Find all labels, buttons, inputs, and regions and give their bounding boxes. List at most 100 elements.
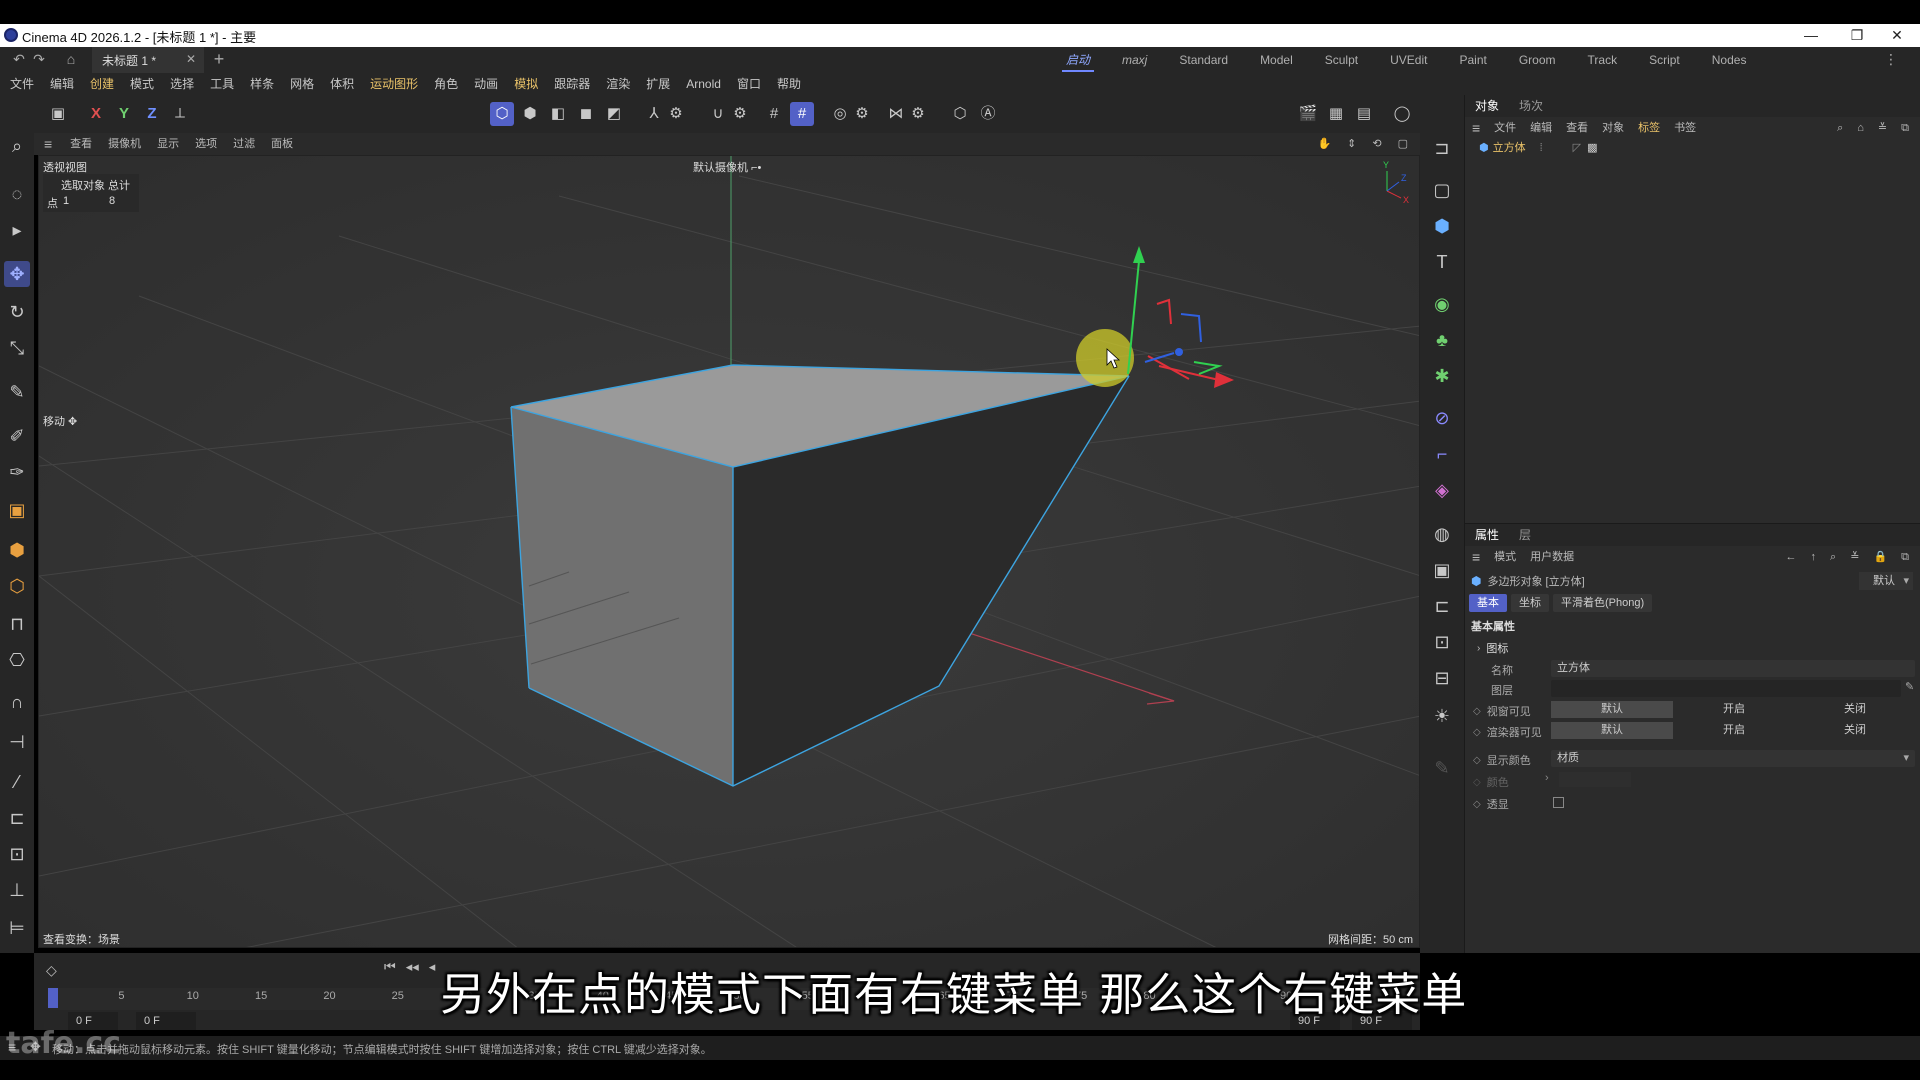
om-menu-item-5[interactable]: 书签 xyxy=(1667,117,1703,139)
om-menu-item-1[interactable]: 编辑 xyxy=(1523,117,1559,139)
layout-tab-nodes[interactable]: Nodes xyxy=(1696,47,1763,73)
attribute-subtab-0[interactable]: 基本 xyxy=(1469,594,1507,612)
grid-snap-icon[interactable]: # xyxy=(762,102,786,126)
symmetry-settings-icon[interactable]: ⚙ xyxy=(906,102,930,126)
symmetry-icon[interactable]: ⋈ xyxy=(884,102,908,126)
om-menu-item-4[interactable]: 标签 xyxy=(1631,117,1667,139)
render-view-icon[interactable]: ▦ xyxy=(1324,102,1348,126)
menu-item-17[interactable]: 窗口 xyxy=(729,73,769,95)
am-tab-1[interactable]: 层 xyxy=(1509,524,1541,546)
menu-item-11[interactable]: 动画 xyxy=(466,73,506,95)
om-home-icon[interactable]: ⌂ xyxy=(1850,117,1871,139)
go-to-start-icon[interactable]: ⏮ xyxy=(384,959,396,975)
layout-tab-track[interactable]: Track xyxy=(1572,47,1634,73)
keyframe-diamond-icon[interactable]: ◇ xyxy=(1473,799,1481,810)
perspective-viewport[interactable]: Y X Z 透视视图 默认摄像机 ⌐• 选取对象 总计 点 1 8 移动 ✥ 查… xyxy=(38,155,1420,948)
edges-mode-icon[interactable]: ⬢ xyxy=(518,102,542,126)
menu-item-10[interactable]: 角色 xyxy=(426,73,466,95)
uv-mode-icon[interactable]: ◩ xyxy=(602,102,626,126)
viewport-menu-item-4[interactable]: 过滤 xyxy=(225,133,263,155)
menu-item-3[interactable]: 模式 xyxy=(122,73,162,95)
lock-icon[interactable]: ⬡ xyxy=(948,102,972,126)
magnet-icon[interactable]: ∩ xyxy=(4,689,30,715)
auto-keyframe-icon[interactable]: Ⓐ xyxy=(976,102,1000,126)
environment-icon[interactable]: ◍ xyxy=(1429,521,1455,547)
layout-tab-groom[interactable]: Groom xyxy=(1503,47,1572,73)
camera-label[interactable]: 默认摄像机 ⌐• xyxy=(693,159,761,175)
menu-item-15[interactable]: 扩展 xyxy=(638,73,678,95)
rotate-tool-icon[interactable]: ↻ xyxy=(4,299,30,325)
om-menu-item-3[interactable]: 对象 xyxy=(1595,117,1631,139)
bridge-icon[interactable]: ⊓ xyxy=(4,611,30,637)
layer-pick-icon[interactable]: ✎ xyxy=(1905,680,1914,693)
render-visible-off[interactable]: 关闭 xyxy=(1795,722,1915,739)
menu-item-9[interactable]: 运动图形 xyxy=(362,73,426,95)
layout-tab-model[interactable]: Model xyxy=(1244,47,1309,73)
layout-tab-maxj[interactable]: maxj xyxy=(1106,47,1163,73)
menu-item-2[interactable]: 创建 xyxy=(82,73,122,95)
am-back-icon[interactable]: ← xyxy=(1779,546,1804,568)
render-visible-default[interactable]: 默认 xyxy=(1551,722,1673,739)
workplane-snap-icon[interactable]: # xyxy=(790,102,814,126)
menu-item-16[interactable]: Arnold xyxy=(678,73,729,95)
am-new-window-icon[interactable]: ⧉ xyxy=(1894,546,1916,568)
snap-settings-icon[interactable]: ⚙ xyxy=(728,102,752,126)
am-filter-icon[interactable]: ≚ xyxy=(1843,546,1866,568)
am-tab-0[interactable]: 属性 xyxy=(1465,524,1509,546)
deformer-icon[interactable]: ⊘ xyxy=(1429,405,1455,431)
menu-item-6[interactable]: 样条 xyxy=(242,73,282,95)
snap-magnet-icon[interactable]: ∪ xyxy=(706,102,730,126)
editor-visible-on[interactable]: 开启 xyxy=(1673,701,1795,718)
axis-x-toggle[interactable]: X xyxy=(84,102,108,126)
am-hamburger-icon[interactable]: ≡ xyxy=(1465,546,1487,568)
live-selection-icon[interactable]: ▸ xyxy=(4,217,30,243)
om-hamburger-icon[interactable]: ≡ xyxy=(1465,117,1487,139)
pan-icon[interactable]: ✋ xyxy=(1309,133,1339,155)
viewport-menu-item-1[interactable]: 摄像机 xyxy=(100,133,149,155)
mirror-icon[interactable]: ⊣ xyxy=(4,729,30,755)
am-lock-icon[interactable]: 🔒 xyxy=(1866,546,1894,568)
polygon-pen-icon[interactable]: ⊡ xyxy=(4,841,30,867)
keyframe-diamond-icon[interactable]: ◇ xyxy=(1473,706,1481,717)
object-row-cube[interactable]: ⬢ 立方体 ⁞ ◸ ▩ xyxy=(1465,139,1920,157)
layout-tab-standard[interactable]: Standard xyxy=(1163,47,1244,73)
subdivision-surface-icon[interactable]: ◉ xyxy=(1429,291,1455,317)
spline-pen-icon[interactable]: ✎ xyxy=(4,379,30,405)
spline-rectangle-icon[interactable]: ▢ xyxy=(1429,177,1455,203)
layout-tab-paint[interactable]: Paint xyxy=(1443,47,1502,73)
xray-checkbox[interactable] xyxy=(1553,797,1564,808)
interactive-render-icon[interactable]: ◯ xyxy=(1390,102,1414,126)
layout-tab-uvedit[interactable]: UVEdit xyxy=(1374,47,1443,73)
menu-item-4[interactable]: 选择 xyxy=(162,73,202,95)
playhead[interactable] xyxy=(48,988,58,1008)
previous-frame-icon[interactable]: ◂ xyxy=(429,959,436,975)
render-settings-icon[interactable]: ⊏ xyxy=(1429,593,1455,619)
viewport-menu-item-0[interactable]: 查看 xyxy=(62,133,100,155)
select-tool-icon[interactable]: ◌ xyxy=(4,181,30,207)
loop-cut-icon[interactable]: ⊏ xyxy=(4,805,30,831)
om-tab-0[interactable]: 对象 xyxy=(1465,95,1509,117)
am-up-icon[interactable]: ↑ xyxy=(1804,546,1824,568)
viewport-menu-item-5[interactable]: 面板 xyxy=(263,133,301,155)
align-icon[interactable]: ⊨ xyxy=(4,915,30,941)
axis-mode-icon[interactable]: ⅄ xyxy=(642,102,666,126)
om-filter-icon[interactable]: ≚ xyxy=(1871,117,1894,139)
close-tab-icon[interactable]: ✕ xyxy=(186,52,196,66)
home-icon[interactable]: ⌂ xyxy=(62,51,80,69)
new-tab-icon[interactable]: + xyxy=(210,49,228,69)
phong-tag-icon[interactable]: ◸ xyxy=(1573,139,1581,157)
display-color-dropdown[interactable]: 材质 ▾ xyxy=(1551,750,1915,767)
search-icon[interactable]: ⌕ xyxy=(4,133,30,159)
am-menu-item-1[interactable]: 用户数据 xyxy=(1523,546,1581,568)
om-tab-1[interactable]: 场次 xyxy=(1509,95,1553,117)
zoom-icon[interactable]: ⇕ xyxy=(1339,133,1364,155)
editor-visible-off[interactable]: 关闭 xyxy=(1795,701,1915,718)
layout-tab-启动[interactable]: 启动 xyxy=(1050,47,1106,73)
previous-key-icon[interactable]: ◂◂ xyxy=(406,959,419,975)
brush-icon[interactable]: ⎔ xyxy=(4,647,30,673)
cube-primitive-icon[interactable]: ⬢ xyxy=(1429,213,1455,239)
scene-icon[interactable]: ⊡ xyxy=(1429,629,1455,655)
field-icon[interactable]: ✱ xyxy=(1429,363,1455,389)
close-window-button[interactable]: ✕ xyxy=(1874,25,1920,46)
om-search-icon[interactable]: ⌕ xyxy=(1830,117,1850,139)
